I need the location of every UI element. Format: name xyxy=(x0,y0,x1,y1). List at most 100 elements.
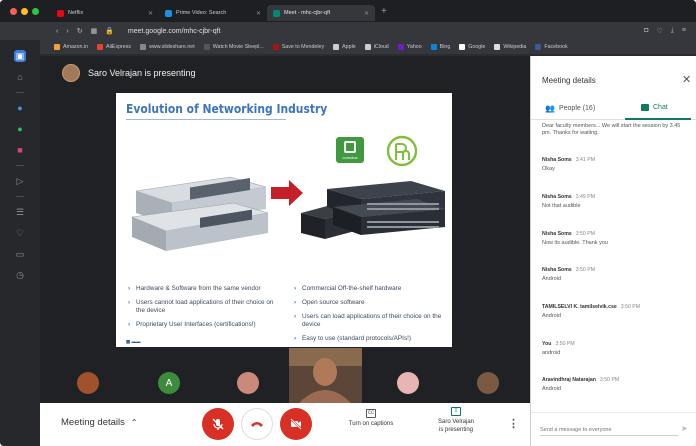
workspaces-icon[interactable]: ☰ xyxy=(14,206,26,218)
tab-label: Netflix xyxy=(68,10,84,16)
bullet-item: Users cannot load applications of their … xyxy=(128,299,280,315)
maximize-window-button[interactable] xyxy=(32,7,39,15)
tab-meet[interactable]: Meet - mhc-cjbr-qft ✕ xyxy=(267,5,375,21)
bookmark-slideshare[interactable]: www.slideshare.net xyxy=(140,44,195,50)
wallet-icon[interactable]: ▭ xyxy=(14,248,26,260)
forward-icon[interactable]: › xyxy=(66,28,68,35)
participant-avatar[interactable]: A xyxy=(158,372,180,394)
message-time: 3:50 PM xyxy=(555,341,575,347)
participant-avatar[interactable] xyxy=(237,372,259,394)
bookmark-wikipedia[interactable]: Wikipedia xyxy=(494,44,526,50)
tab-netflix[interactable]: Netflix ✕ xyxy=(51,5,159,21)
bookmark-label: Bing xyxy=(439,44,451,50)
wikipedia-icon xyxy=(494,44,501,50)
close-tab-icon[interactable]: ✕ xyxy=(256,10,261,17)
bookmark-watch-movie[interactable]: Watch Movie Sleepl... xyxy=(203,44,264,50)
bookmark-amazon[interactable]: Amazon.in xyxy=(54,44,88,50)
message-time: 3:50 PM xyxy=(575,267,596,273)
chat-message: You 3:50 PM android xyxy=(542,341,687,357)
tab-chat[interactable]: Chat xyxy=(641,104,668,111)
reload-icon[interactable]: ↻ xyxy=(77,27,83,35)
browser-sidebar: ▣ ⌂ ● ● ■ ▷ ☰ ♡ ▭ ◷ xyxy=(0,40,40,446)
favorites-icon[interactable]: ♡ xyxy=(14,227,26,239)
message-text: Dear faculty members... We will start th… xyxy=(542,123,681,136)
presenter-video-tile[interactable] xyxy=(289,348,362,403)
send-icon[interactable]: ➤ xyxy=(681,424,688,433)
speed-dial-icon[interactable]: ▣ xyxy=(14,50,26,62)
more-options-icon[interactable]: ⋮ xyxy=(508,417,519,430)
new-tab-button[interactable]: + xyxy=(381,6,387,17)
grid-icon[interactable]: ▦ xyxy=(91,27,98,35)
whatsapp-icon[interactable]: ● xyxy=(14,123,26,135)
player-icon[interactable]: ▷ xyxy=(14,175,26,187)
bookmark-label: Apple xyxy=(342,44,356,50)
instagram-icon[interactable]: ■ xyxy=(14,144,26,156)
participant-avatar[interactable] xyxy=(397,372,419,394)
url-field[interactable]: meet.google.com/mhc-cjbr-qft xyxy=(128,28,221,35)
history-icon[interactable]: ◷ xyxy=(14,269,26,281)
bookmark-bing[interactable]: Bing xyxy=(430,44,451,50)
bookmark-label: Google xyxy=(468,44,486,50)
message-sender: Nisha Soms xyxy=(542,194,572,200)
message-header: Nisha Soms 3:50 PM xyxy=(542,267,687,273)
message-header: Aravindhraj Natarajan 3:50 PM xyxy=(542,377,687,383)
camera-off-icon xyxy=(290,418,302,430)
close-tab-icon[interactable]: ✕ xyxy=(148,10,153,17)
amazon-icon xyxy=(54,44,60,50)
message-header: Nisha Soms 3:41 PM xyxy=(542,157,687,163)
participant-avatar[interactable] xyxy=(477,372,499,394)
present-label-line2: is presenting xyxy=(438,427,474,433)
presenting-bar: Saro Velrajan is presenting xyxy=(40,56,530,90)
minimize-window-button[interactable] xyxy=(21,7,28,15)
camera-off-button[interactable] xyxy=(280,408,312,440)
chat-message: TAMILSELVI K. tamilselvik.cse 3:50 PM And… xyxy=(542,304,687,320)
mic-off-button[interactable] xyxy=(202,408,234,440)
tab-people[interactable]: 👥 People (16) xyxy=(545,104,595,113)
home-icon[interactable]: ⌂ xyxy=(14,71,26,83)
camera-icon[interactable]: ◘ xyxy=(644,27,648,35)
close-tab-icon[interactable]: ✕ xyxy=(364,10,369,17)
heart-icon[interactable]: ♡ xyxy=(657,27,663,35)
message-text: Android xyxy=(542,313,561,319)
bookmark-label: iCloud xyxy=(373,44,389,50)
meeting-details-button[interactable]: Meeting details ⌃ xyxy=(61,417,138,428)
bookmark-mendeley[interactable]: Save to Mendeley xyxy=(272,44,324,50)
bookmark-aliexpress[interactable]: AliExpress xyxy=(97,44,131,50)
chat-icon xyxy=(641,104,649,111)
chat-message-input[interactable] xyxy=(540,424,678,436)
leave-call-button[interactable] xyxy=(241,408,273,440)
close-icon[interactable]: ✕ xyxy=(682,73,691,86)
cumulus-glyph-icon xyxy=(344,140,356,153)
message-time: 3:50 PM xyxy=(620,304,641,310)
present-button[interactable]: ⇧ Saro Velrajan is presenting xyxy=(428,407,484,434)
bookmark-google[interactable]: Google xyxy=(459,44,485,50)
bookmark-icloud[interactable]: iCloud xyxy=(364,44,389,50)
message-text: Android xyxy=(542,386,561,392)
message-time: 3:41 PM xyxy=(575,157,596,163)
participant-avatar[interactable] xyxy=(77,372,99,394)
bookmark-label: Yahoo xyxy=(406,44,422,50)
back-icon[interactable]: ‹ xyxy=(56,28,58,35)
menu-icon[interactable]: ≡ xyxy=(682,27,686,35)
cumulus-logo: cumulus xyxy=(336,137,364,163)
window-controls xyxy=(10,7,39,15)
bookmark-apple[interactable]: Apple xyxy=(333,44,356,50)
tab-prime-video[interactable]: Prime Video: Search ✕ xyxy=(159,5,267,21)
captions-icon: cc xyxy=(366,409,376,418)
sidebar-divider xyxy=(16,92,24,93)
slideshare-icon xyxy=(140,44,147,50)
whitebox-switch-image xyxy=(301,181,445,239)
meeting-details-label: Meeting details xyxy=(61,417,125,428)
apple-icon xyxy=(333,44,340,50)
message-header: You 3:50 PM xyxy=(542,341,687,347)
close-window-button[interactable] xyxy=(10,7,17,15)
bookmark-facebook[interactable]: Facebook xyxy=(535,44,568,50)
messenger-icon[interactable]: ● xyxy=(14,102,26,114)
bookmark-label: Amazon.in xyxy=(63,44,89,50)
captions-label: Turn on captions xyxy=(348,421,394,427)
bookmark-yahoo[interactable]: Yahoo xyxy=(397,44,422,50)
download-icon[interactable]: ⤓ xyxy=(671,27,674,35)
message-time: 3:49 PM xyxy=(575,194,596,200)
captions-button[interactable]: cc Turn on captions xyxy=(340,409,402,428)
bookmarks-bar: Amazon.in AliExpress www.slideshare.net … xyxy=(40,40,696,55)
